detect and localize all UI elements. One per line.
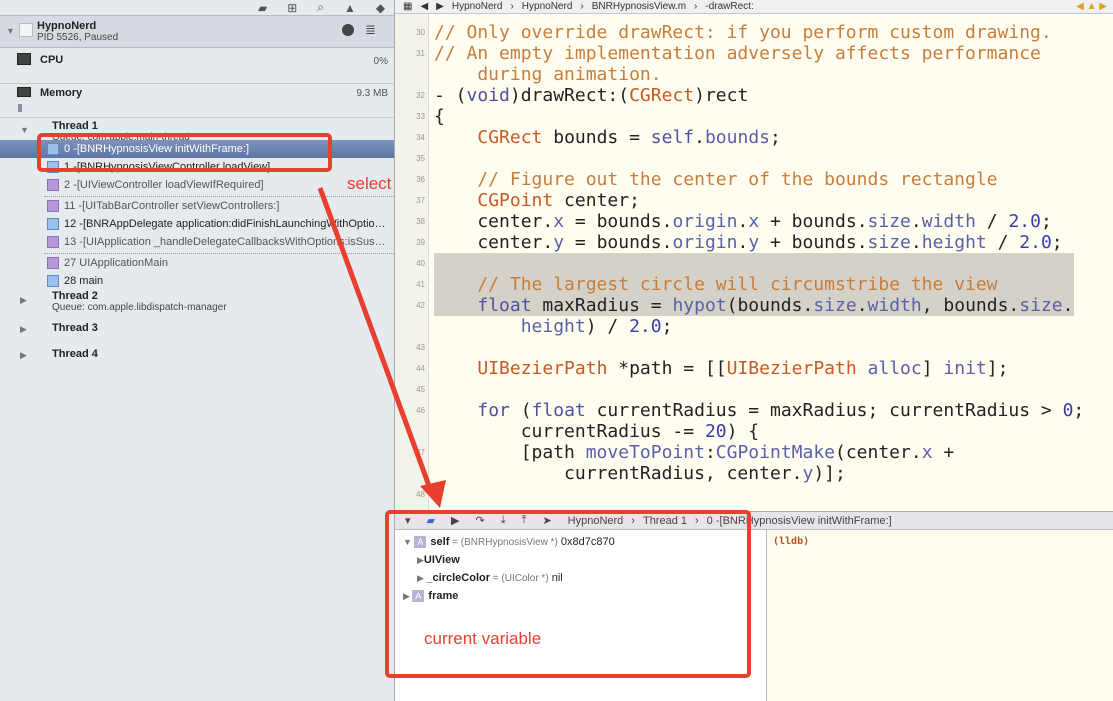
arrow-head bbox=[420, 480, 446, 508]
arrow-line bbox=[317, 187, 435, 495]
annotation-current-variable: current variable bbox=[424, 629, 542, 648]
annotation-box-variables bbox=[385, 510, 751, 678]
